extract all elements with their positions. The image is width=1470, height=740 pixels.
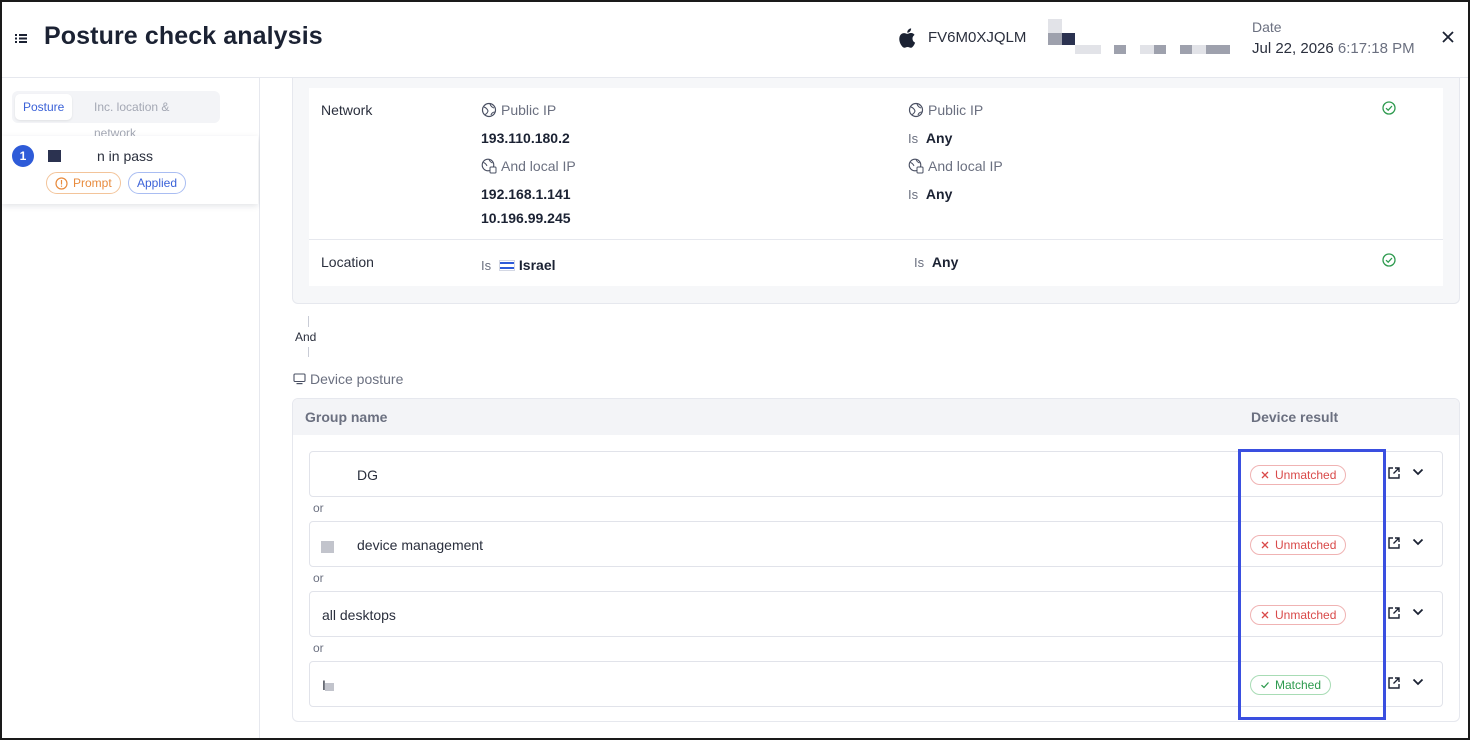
rule-location: Is Any: [914, 254, 958, 270]
date-label: Date: [1252, 19, 1282, 35]
date-time: 6:17:18 PM: [1337, 40, 1415, 57]
table-row[interactable]: all desktops Unmatched: [309, 591, 1443, 637]
device-posture-title: Device posture: [310, 371, 404, 387]
conditions-table: Network Public IP 193.110.180.2 And loca…: [309, 88, 1443, 286]
rule-public-ip-label: Public IP: [928, 102, 984, 118]
policy-name: n in pass: [97, 148, 154, 164]
is-operator: Is: [914, 255, 925, 270]
is-operator: Is: [908, 131, 919, 146]
posture-check-window: Posture check analysis FV6M0XJQLM Date J…: [0, 0, 1470, 740]
device-local-ip-label: And local IP: [501, 158, 576, 174]
date-day: Jul 22, 2026: [1252, 40, 1334, 57]
rule-local-ip-value: Any: [925, 186, 953, 202]
chevron-down-icon[interactable]: [1412, 468, 1424, 476]
status-label: Matched: [1275, 678, 1322, 692]
check-icon: [1261, 682, 1269, 689]
connector-line-bottom: [308, 347, 309, 357]
external-link-icon[interactable]: [1387, 536, 1401, 550]
israel-flag-icon: [498, 260, 515, 271]
device-local-ip-1: 192.168.1.141: [481, 186, 571, 202]
table-row[interactable]: DG Unmatched: [309, 451, 1443, 497]
sidebar-tabs: Posture Inc. location & network: [12, 91, 220, 140]
status-label: Unmatched: [1275, 538, 1337, 552]
group-name: DG: [357, 467, 378, 483]
local-network-globe-icon: [481, 158, 497, 174]
column-group-name: Group name: [305, 409, 388, 425]
header: Posture check analysis FV6M0XJQLM Date J…: [2, 2, 1468, 78]
is-operator: Is: [481, 258, 492, 273]
device-public-ip-label: Public IP: [501, 102, 557, 118]
status-label: Unmatched: [1275, 468, 1337, 482]
device-public-ip: 193.110.180.2: [481, 130, 570, 146]
close-icon[interactable]: [1439, 28, 1457, 46]
local-network-globe-icon: [908, 158, 924, 174]
and-connector: And: [295, 330, 317, 344]
main-content: Network Public IP 193.110.180.2 And loca…: [260, 78, 1468, 738]
rule-location-value: Any: [931, 254, 959, 270]
applied-badge: Applied: [128, 172, 187, 194]
status-badge: Unmatched: [1250, 535, 1347, 555]
page-title: Posture check analysis: [44, 22, 323, 50]
redacted-group-prefix: [321, 541, 334, 553]
conditions-panel: Network Public IP 193.110.180.2 And loca…: [292, 78, 1460, 304]
chevron-down-icon[interactable]: [1412, 538, 1424, 546]
rule-public-ip-value: Any: [925, 130, 953, 146]
status-badge: Unmatched: [1250, 465, 1347, 485]
device-location-value: Israel: [518, 257, 556, 273]
check-circle-icon: [1382, 253, 1396, 267]
or-connector: or: [313, 571, 324, 585]
group-name: all desktops: [322, 607, 396, 623]
device-location: Is Israel: [481, 257, 556, 273]
external-link-icon[interactable]: [1387, 466, 1401, 480]
rule-public-ip-condition: Is Any: [908, 130, 952, 146]
rule-local-ip-label: And local IP: [928, 158, 1003, 174]
apple-icon: [899, 28, 916, 48]
redacted-group-name: [325, 683, 334, 691]
x-icon: [1261, 541, 1269, 549]
location-label: Location: [321, 254, 374, 270]
tab-location-network[interactable]: Inc. location & network: [86, 94, 220, 140]
table-header: Group name Device result: [293, 399, 1459, 435]
or-connector: or: [313, 501, 324, 515]
date-value: Jul 22, 2026 6:17:18 PM: [1252, 40, 1415, 57]
device-posture-table: Group name Device result DG Unmatched or: [292, 398, 1460, 722]
or-connector: or: [313, 641, 324, 655]
status-badge: Unmatched: [1250, 605, 1347, 625]
monitor-icon: [293, 373, 306, 385]
policy-number-badge: 1: [12, 145, 34, 167]
tab-posture[interactable]: Posture: [15, 94, 73, 120]
prompt-label: Prompt: [73, 176, 112, 190]
rule-local-ip-condition: Is Any: [908, 186, 952, 202]
prompt-badge: Prompt: [46, 172, 121, 194]
connector-line-top: [308, 316, 309, 327]
globe-icon: [908, 102, 924, 118]
group-name: device management: [357, 537, 484, 553]
is-operator: Is: [908, 187, 919, 202]
status-badge: Matched: [1250, 675, 1332, 695]
table-row[interactable]: device management Unmatched: [309, 521, 1443, 567]
x-icon: [1261, 611, 1269, 619]
external-link-icon[interactable]: [1387, 606, 1401, 620]
row-divider: [309, 239, 1443, 240]
list-menu-icon[interactable]: [14, 31, 28, 45]
chevron-down-icon[interactable]: [1412, 678, 1424, 686]
redacted-policy-name: [48, 150, 61, 162]
check-circle-icon: [1382, 101, 1396, 115]
device-id: FV6M0XJQLM: [928, 29, 1027, 46]
chevron-down-icon[interactable]: [1412, 608, 1424, 616]
network-label: Network: [321, 102, 373, 118]
policy-item[interactable]: 1 n in pass Prompt Applied: [2, 136, 258, 204]
device-local-ip-2: 10.196.99.245: [481, 210, 571, 226]
alert-circle-icon: [55, 177, 68, 190]
sidebar: Posture Inc. location & network 1 n in p…: [2, 78, 260, 738]
column-device-result: Device result: [1251, 409, 1339, 425]
status-label: Unmatched: [1275, 608, 1337, 622]
external-link-icon[interactable]: [1387, 676, 1401, 690]
x-icon: [1261, 471, 1269, 479]
globe-icon: [481, 102, 497, 118]
table-row[interactable]: I Matched: [309, 661, 1443, 707]
